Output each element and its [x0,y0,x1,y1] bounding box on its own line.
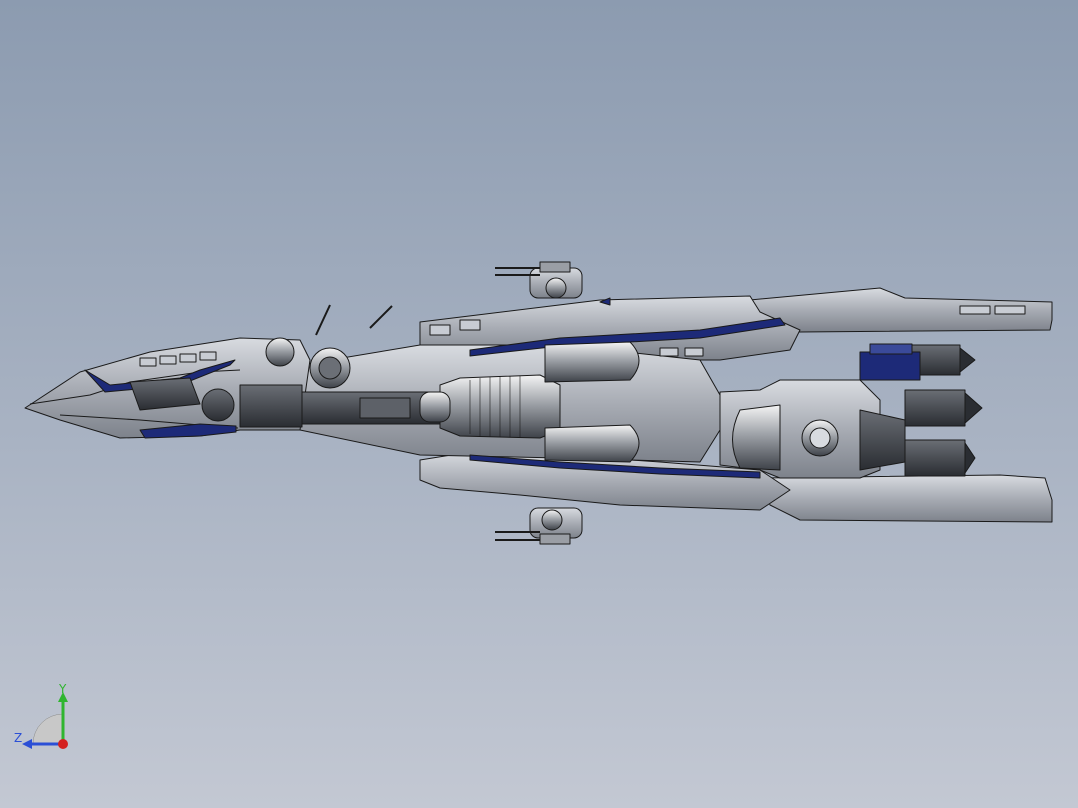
triad-y-label: Y [59,682,67,696]
orientation-triad: Y Z [8,682,78,756]
lower-fuel-tank [544,424,640,463]
top-turret [495,261,583,299]
lower-rear-fin [759,474,1053,523]
triad-quarter-disc [32,713,64,745]
spaceship-3d-model[interactable] [0,0,1078,808]
x-axis-dot [58,739,68,749]
bottom-turret [495,507,583,545]
upper-fuel-tank [544,341,640,383]
sensor-dish [265,337,295,367]
triad-z-label: Z [14,731,23,745]
graphics-viewport[interactable]: Y Z [0,0,1078,808]
